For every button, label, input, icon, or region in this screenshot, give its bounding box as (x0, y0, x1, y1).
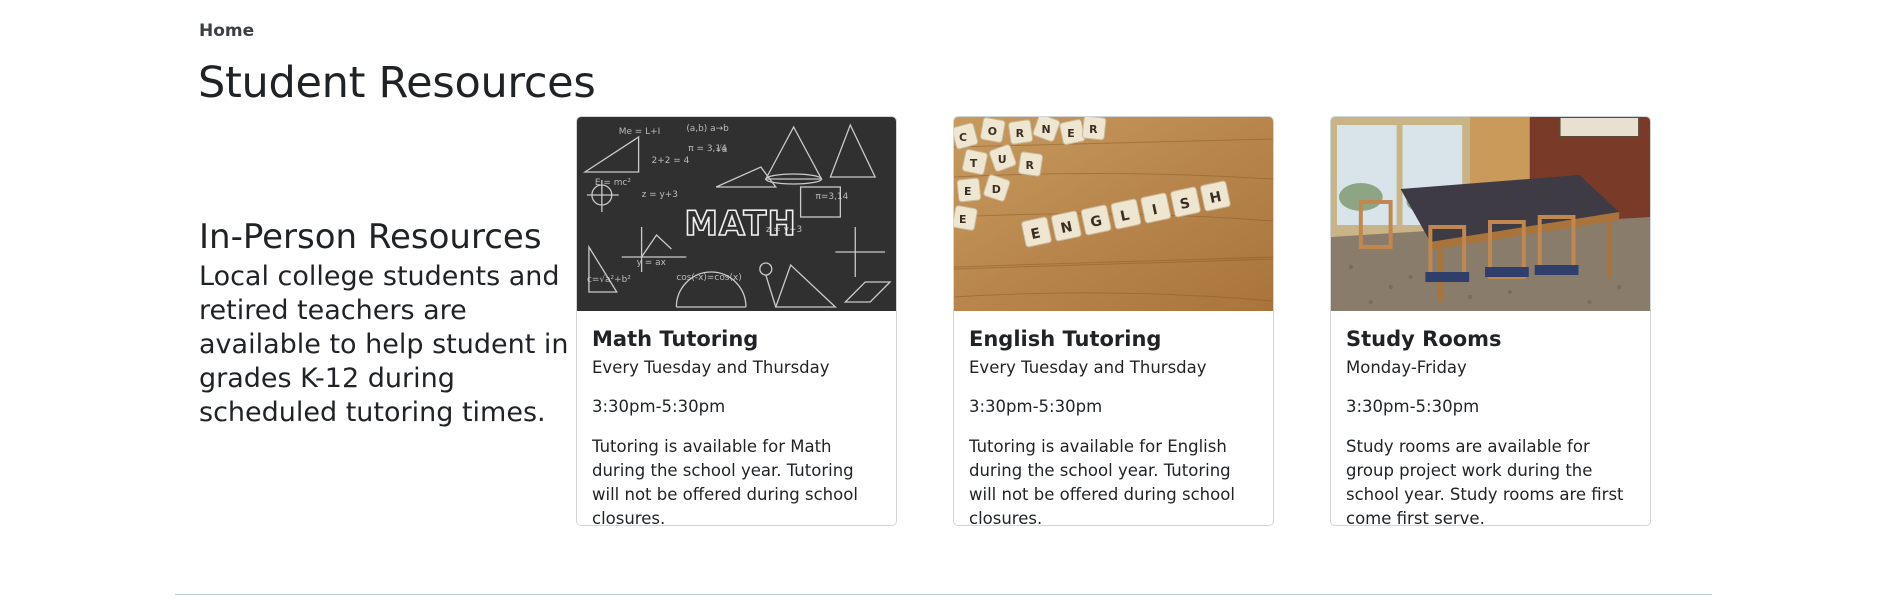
resource-card-math: Me = L+I (a,b) a→b π = 3,14 2+2 = 4 E = … (576, 116, 897, 526)
svg-text:E = mc²: E = mc² (595, 178, 631, 188)
card-title: Math Tutoring (592, 327, 759, 351)
svg-text:U: U (998, 153, 1007, 166)
resource-card-english: COR NER TUR EDE E N G L I S H English Tu… (953, 116, 1274, 526)
card-time: 3:30pm-5:30pm (969, 397, 1103, 416)
svg-text:N: N (1041, 123, 1050, 136)
breadcrumb-home-link[interactable]: Home (199, 21, 254, 41)
svg-text:y = ax: y = ax (637, 258, 667, 268)
svg-text:E: E (1067, 127, 1074, 140)
svg-text:R: R (1016, 127, 1025, 140)
intro-heading: In-Person Resources (199, 217, 542, 257)
footer-divider (175, 594, 1712, 595)
resource-card-study-rooms: Study Rooms Monday-Friday 3:30pm-5:30pm … (1330, 116, 1651, 526)
card-body: English Tutoring Every Tuesday and Thurs… (954, 311, 1273, 526)
svg-text:R: R (1026, 159, 1035, 172)
svg-text:√a: √a (716, 144, 727, 155)
intro-text: Local college students and retired teach… (199, 261, 569, 428)
card-body: Math Tutoring Every Tuesday and Thursday… (577, 311, 896, 526)
card-title: Study Rooms (1346, 327, 1502, 351)
svg-text:(a,b) a→b: (a,b) a→b (686, 124, 729, 134)
card-description: Study rooms are available for group proj… (1346, 437, 1624, 526)
svg-text:c=√a²+b²: c=√a²+b² (587, 274, 631, 285)
card-description: Tutoring is available for Math during th… (592, 437, 858, 526)
intro-section: In-Person Resources Local college studen… (199, 214, 569, 430)
svg-text:Me = L+I: Me = L+I (619, 127, 661, 137)
card-time: 3:30pm-5:30pm (1346, 397, 1480, 416)
card-title: English Tutoring (969, 327, 1162, 351)
english-letter-blocks-image: COR NER TUR EDE E N G L I S H (954, 117, 1273, 311)
svg-text:2+2 = 4: 2+2 = 4 (652, 156, 690, 166)
card-description: Tutoring is available for English during… (969, 437, 1235, 526)
svg-text:cos(-x)=cos(x): cos(-x)=cos(x) (676, 273, 741, 283)
svg-text:E: E (964, 185, 971, 198)
card-body: Study Rooms Monday-Friday 3:30pm-5:30pm … (1331, 311, 1650, 526)
svg-text:O: O (988, 125, 997, 138)
math-image-text: MATH (684, 204, 796, 243)
svg-text:C: C (959, 131, 967, 144)
svg-text:D: D (992, 183, 1001, 196)
svg-text:z = y+3: z = y+3 (642, 190, 678, 200)
card-time: 3:30pm-5:30pm (592, 397, 726, 416)
svg-text:π=3,14: π=3,14 (816, 192, 849, 202)
card-schedule: Every Tuesday and Thursday (592, 358, 830, 377)
svg-text:E: E (959, 213, 966, 226)
page-title: Student Resources (198, 58, 596, 108)
card-schedule: Monday-Friday (1346, 358, 1467, 377)
card-schedule: Every Tuesday and Thursday (969, 358, 1207, 377)
math-chalkboard-image: Me = L+I (a,b) a→b π = 3,14 2+2 = 4 E = … (577, 117, 896, 311)
svg-text:T: T (970, 157, 978, 170)
study-room-table-image (1331, 117, 1650, 311)
svg-text:R: R (1089, 123, 1098, 136)
